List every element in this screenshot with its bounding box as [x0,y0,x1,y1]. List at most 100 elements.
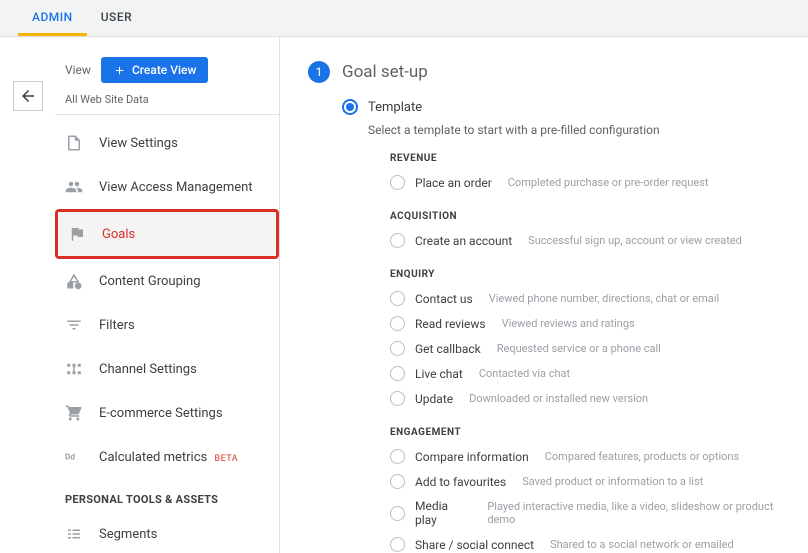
view-label: View [65,63,91,77]
step-badge: 1 [308,61,330,83]
radio-unselected-icon [390,341,405,356]
create-view-label: Create View [132,63,196,77]
category-block: ENGAGEMENT Compare information Compared fe… [390,427,796,553]
radio-unselected-icon [390,175,405,190]
view-name[interactable]: All Web Site Data [55,93,279,114]
option-description: Contacted via chat [479,367,570,380]
category-block: ACQUISITION Create an account Successful s… [390,211,796,253]
category-head: REVENUE [390,153,796,164]
template-option-row[interactable]: Compare information Compared features, pr… [390,444,796,469]
sidebar-item-label: Goals [102,227,135,242]
sidebar-item-content-grouping[interactable]: Content Grouping [55,259,279,303]
option-description: Viewed reviews and ratings [502,317,635,330]
back-button[interactable] [13,81,43,111]
option-title: Live chat [415,367,463,381]
sidebar-item-goals[interactable]: Goals [58,212,276,256]
option-title: Read reviews [415,317,486,331]
radio-unselected-icon [390,449,405,464]
sidebar-item-ecommerce[interactable]: E-commerce Settings [55,391,279,435]
sidebar-item-label: Channel Settings [99,362,197,377]
radio-unselected-icon [390,233,405,248]
people-icon [65,178,83,196]
template-option-row[interactable]: Get callback Requested service or a phone… [390,336,796,361]
view-header: View Create View [55,57,279,93]
radio-selected-icon [342,99,358,115]
option-title: Place an order [415,176,492,190]
calculated-metrics-icon: Dd [65,448,83,466]
sidebar-item-filters[interactable]: Filters [55,303,279,347]
option-description: Requested service or a phone call [497,342,661,355]
nav-tabs: ADMIN USER [0,0,808,37]
option-title: Contact us [415,292,473,306]
option-title: Media play [415,499,471,527]
sidebar-item-label: Filters [99,318,135,333]
content-grouping-icon [65,272,83,290]
radio-unselected-icon [390,316,405,331]
channel-icon [65,360,83,378]
sidebar: View Create View All Web Site Data View … [55,37,280,553]
option-description: Completed purchase or pre-order request [508,176,709,189]
document-icon [65,134,83,152]
sidebar-item-label: E-commerce Settings [99,406,223,421]
sidebar-list: View Settings View Access Management Goa… [55,121,279,553]
option-title: Update [415,392,453,406]
beta-badge: BETA [214,454,238,464]
radio-unselected-icon [390,506,405,521]
option-title: Share / social connect [415,538,534,552]
option-title: Create an account [415,234,512,248]
template-option-row[interactable]: Create an account Successful sign up, acc… [390,228,796,253]
template-option-row[interactable]: Add to favourites Saved product or inform… [390,469,796,494]
tab-user[interactable]: USER [87,0,146,36]
sidebar-item-segments[interactable]: Segments [55,512,279,553]
template-option-row[interactable]: Live chat Contacted via chat [390,361,796,386]
sidebar-item-access-management[interactable]: View Access Management [55,165,279,209]
filter-icon [65,316,83,334]
option-description: Downloaded or installed new version [469,392,648,405]
sidebar-item-view-settings[interactable]: View Settings [55,121,279,165]
divider [55,114,279,115]
option-description: Saved product or information to a list [522,475,703,488]
back-column [0,37,55,553]
sidebar-item-label: Segments [99,527,157,542]
sidebar-item-label: View Access Management [99,180,253,195]
template-option[interactable]: Template [342,99,796,115]
sidebar-item-channel-settings[interactable]: Channel Settings [55,347,279,391]
category-head: ACQUISITION [390,211,796,222]
option-title: Get callback [415,342,481,356]
template-option-row[interactable]: Share / social connect Shared to a social… [390,532,796,553]
option-description: Compared features, products or options [545,450,739,463]
radio-unselected-icon [390,291,405,306]
goals-highlight: Goals [55,209,279,259]
main-content: 1 Goal set-up Template Select a template… [280,37,808,553]
flag-icon [68,225,86,243]
section-personal-tools: PERSONAL TOOLS & ASSETS [55,479,279,512]
template-option-row[interactable]: Contact us Viewed phone number, direction… [390,286,796,311]
template-description: Select a template to start with a pre-fi… [368,123,796,137]
sidebar-item-label: Calculated metrics [99,450,207,465]
cart-icon [65,404,83,422]
template-option-row[interactable]: Update Downloaded or installed new versio… [390,386,796,411]
radio-unselected-icon [390,391,405,406]
sidebar-item-label: Content Grouping [99,274,201,289]
category-block: ENQUIRY Contact us Viewed phone number, di… [390,269,796,411]
option-description: Shared to a social network or emailed [550,538,734,551]
step-title: Goal set-up [342,62,428,82]
arrow-left-icon [19,87,37,105]
category-head: ENGAGEMENT [390,427,796,438]
option-title: Compare information [415,450,529,464]
radio-unselected-icon [390,537,405,552]
create-view-button[interactable]: Create View [101,57,208,83]
option-title: Add to favourites [415,475,506,489]
sidebar-item-label: View Settings [99,136,178,151]
step-header: 1 Goal set-up [308,61,796,83]
sidebar-item-calculated-metrics[interactable]: Dd Calculated metrics BETA [55,435,279,479]
category-head: ENQUIRY [390,269,796,280]
tab-admin[interactable]: ADMIN [18,0,87,36]
svg-text:Dd: Dd [65,452,75,462]
segments-icon [65,525,83,543]
option-description: Successful sign up, account or view crea… [528,234,742,247]
template-option-row[interactable]: Media playPlayed interactive media, like… [390,494,796,532]
template-option-row[interactable]: Place an order Completed purchase or pre-… [390,170,796,195]
template-option-row[interactable]: Read reviews Viewed reviews and ratings [390,311,796,336]
option-description: Viewed phone number, directions, chat or… [489,292,719,305]
